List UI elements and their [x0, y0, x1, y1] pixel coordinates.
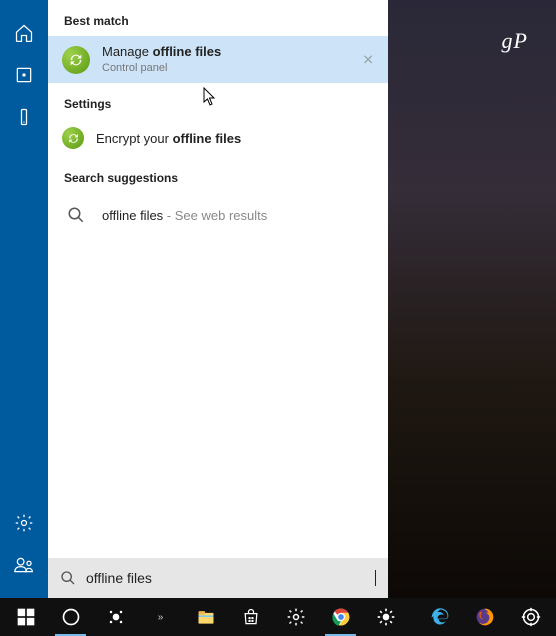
close-icon[interactable]: ✕	[362, 51, 374, 68]
sync-icon	[62, 46, 90, 74]
search-results-column: Best match Manage offline files Control …	[48, 0, 388, 598]
settings-header: Settings	[48, 83, 388, 119]
best-match-header: Best match	[48, 0, 388, 36]
firefox-button[interactable]	[464, 598, 507, 636]
start-left-rail	[0, 0, 48, 598]
target-icon[interactable]	[509, 598, 552, 636]
user-account-icon[interactable]	[0, 544, 48, 586]
home-icon[interactable]	[0, 12, 48, 54]
result-web-search[interactable]: offline files - See web results	[48, 193, 388, 237]
chrome-button[interactable]	[319, 598, 362, 636]
suggestions-header: Search suggestions	[48, 157, 388, 193]
result-manage-offline-files[interactable]: Manage offline files Control panel ✕	[48, 36, 388, 83]
start-button[interactable]	[4, 598, 47, 636]
brightness-button[interactable]	[364, 598, 407, 636]
text-caret	[375, 570, 376, 586]
file-explorer-button[interactable]	[184, 598, 227, 636]
mouse-cursor	[203, 87, 217, 107]
photos-icon[interactable]	[0, 54, 48, 96]
store-button[interactable]	[229, 598, 272, 636]
result-title: Encrypt your offline files	[96, 131, 241, 146]
search-input[interactable]	[86, 570, 375, 586]
settings-gear-icon[interactable]	[0, 502, 48, 544]
start-search-panel: Best match Manage offline files Control …	[0, 0, 388, 598]
sync-icon	[62, 127, 84, 149]
watermark-text: gP	[502, 28, 528, 54]
taskbar-overflow[interactable]: »	[139, 598, 182, 636]
settings-button[interactable]	[274, 598, 317, 636]
taskbar: »	[0, 598, 556, 636]
result-encrypt-offline-files[interactable]: Encrypt your offline files	[48, 119, 388, 157]
search-icon	[62, 201, 90, 229]
devices-icon[interactable]	[0, 96, 48, 138]
taskbar-app-1[interactable]	[94, 598, 137, 636]
result-title: Manage offline files	[102, 44, 221, 61]
result-title: offline files - See web results	[102, 208, 267, 223]
result-subtitle: Control panel	[102, 61, 221, 75]
search-box[interactable]	[48, 558, 388, 598]
search-icon	[60, 570, 76, 586]
edge-button[interactable]	[419, 598, 462, 636]
cortana-button[interactable]	[49, 598, 92, 636]
